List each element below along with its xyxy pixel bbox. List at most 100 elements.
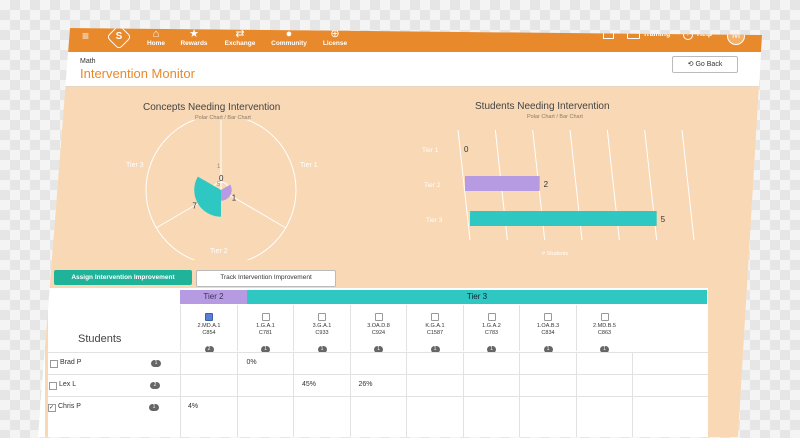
table-column-divider [293, 352, 294, 437]
exchange-icon: ⇄ [235, 28, 245, 40]
student-select-checkbox[interactable] [49, 382, 57, 390]
community-icon: ● [285, 28, 293, 40]
polar-label-tier1: Tier 1 [300, 162, 318, 169]
go-back-button[interactable]: ⟲ Go Back [672, 56, 738, 73]
polar-value-tier-2: 1 [232, 193, 237, 202]
student-name: Brad P [60, 359, 82, 366]
polar-label-tier2: Tier 2 [210, 248, 228, 255]
concept-id: C924 [371, 330, 386, 336]
table-row-divider [48, 396, 708, 397]
column-select-checkbox[interactable] [600, 313, 609, 321]
tab-track-intervention[interactable]: Track Intervention Improvement [196, 270, 336, 287]
nav-rewards-label: Rewards [180, 40, 208, 47]
standard-code: 3.OA.D.8 [367, 323, 390, 329]
concept-id: C834 [541, 330, 555, 336]
go-back-label: Go Back [695, 61, 723, 68]
column-select-checkbox[interactable] [487, 313, 496, 321]
student-concept-count-badge: 1 [151, 360, 161, 367]
nav-exchange[interactable]: ⇄ Exchange [216, 28, 264, 48]
student-name: Chris P [58, 403, 81, 410]
concept-id: C933 [315, 330, 329, 336]
nav-rewards[interactable]: ★ Rewards [170, 28, 218, 48]
concept-id: C863 [597, 330, 612, 336]
progress-cell: 26% [358, 381, 373, 388]
column-select-checkbox[interactable] [261, 313, 270, 321]
tab-assign-intervention[interactable]: Assign Intervention Improvement [54, 270, 192, 285]
standard-code: 1.G.A.1 [256, 323, 275, 329]
bar-value-tier-2: 2 [544, 180, 549, 189]
license-icon: ⊕ [330, 28, 340, 40]
student-select-checkbox[interactable] [50, 360, 58, 368]
standard-column-header: K.G.A.1 C1587 1 [406, 305, 463, 353]
column-select-checkbox[interactable] [318, 313, 326, 321]
standard-column-header: 1.OA.B.3 C834 1 [519, 305, 576, 353]
bar-gridline [681, 129, 695, 241]
training-link[interactable]: Training [643, 30, 670, 40]
table-column-divider [575, 352, 577, 437]
hamburger-menu-icon[interactable]: ≡ [82, 30, 94, 42]
concept-id: C854 [202, 330, 216, 336]
column-select-checkbox[interactable] [431, 313, 439, 321]
tier2-column-header: Tier 2 [180, 290, 247, 304]
bar-tier-3 [470, 211, 657, 226]
ring-tick-1: 1 [217, 164, 221, 170]
polar-slice-tier-2 [221, 184, 232, 201]
help-icon[interactable]: ? [683, 30, 693, 40]
standard-code: 2.MD.B.5 [593, 323, 616, 329]
column-select-checkbox[interactable] [544, 313, 552, 321]
student-concept-count-badge: 2 [150, 382, 160, 389]
star-icon: ★ [189, 28, 199, 40]
column-select-checkbox[interactable] [205, 313, 213, 321]
logo-letter: S [115, 31, 123, 42]
progress-cell: 0% [246, 359, 257, 366]
table-row-divider [48, 374, 708, 375]
table-column-divider [180, 352, 181, 437]
nav-community[interactable]: ● Community [265, 28, 313, 48]
bar-category-tier-3: Tier 3 [426, 217, 443, 224]
concepts-chart-title: Concepts Needing Intervention [143, 102, 281, 113]
standard-code: 2.MD.A.1 [197, 323, 221, 329]
students-bar-chart: Tier 1 Tier 2 Tier 3 0 2 5 # Students [422, 129, 695, 257]
standard-column-header: 3.G.A.1 C933 1 [293, 305, 350, 353]
polar-label-tier3: Tier 3 [126, 162, 144, 169]
column-select-checkbox[interactable] [374, 313, 383, 321]
concepts-polar-chart: 017 1 5 Tier 3 Tier 1 Tier 2 [126, 120, 318, 260]
subject-label: Math [80, 58, 96, 65]
mail-icon[interactable] [603, 31, 614, 39]
student-concept-count-badge: 1 [149, 404, 159, 411]
standard-column-header: 2.MD.B.5 C863 1 [575, 305, 633, 353]
bar-category-tier-1: Tier 1 [422, 147, 439, 154]
user-avatar[interactable]: M [727, 28, 745, 45]
student-name: Lex L [59, 381, 77, 388]
concept-id: C1587 [426, 330, 444, 336]
table-column-divider [236, 352, 238, 437]
progress-cell: 4% [188, 403, 199, 410]
concept-id: C781 [258, 330, 273, 336]
bar-value-tier-3: 5 [661, 215, 666, 224]
standard-code: 3.G.A.1 [312, 323, 332, 329]
standard-code: 1.OA.B.3 [536, 323, 560, 329]
nav-license[interactable]: ⊕ License [311, 28, 359, 48]
concept-id: C783 [484, 330, 499, 336]
app-window: ≡ S ⌂ Home ★ Rewards ⇄ Exchange ● Commun… [38, 28, 762, 437]
page-title: Intervention Monitor [80, 66, 195, 81]
nav-community-label: Community [271, 40, 307, 47]
table-column-divider [632, 352, 633, 437]
bar-tier-2 [465, 176, 540, 191]
table-column-divider [349, 352, 351, 437]
standard-column-header: 3.OA.D.8 C924 1 [349, 305, 407, 353]
table-column-divider [462, 352, 464, 437]
student-select-checkbox[interactable]: ✓ [48, 404, 56, 412]
bar-category-tier-2: Tier 2 [424, 182, 441, 189]
standard-code: 1.G.A.2 [482, 323, 501, 329]
standard-column-header: 1.G.A.2 C783 1 [462, 305, 520, 353]
standard-code: K.G.A.1 [425, 323, 445, 329]
polar-value-tier-3: 7 [192, 201, 197, 210]
training-monitor-icon[interactable] [627, 30, 640, 39]
help-link[interactable]: Help [697, 30, 712, 40]
bar-chart-xlabel: # Students [542, 251, 569, 257]
progress-cell: 45% [302, 381, 317, 388]
tier3-column-header: Tier 3 [247, 290, 707, 304]
table-column-divider [519, 352, 520, 437]
table-column-divider [406, 352, 407, 437]
